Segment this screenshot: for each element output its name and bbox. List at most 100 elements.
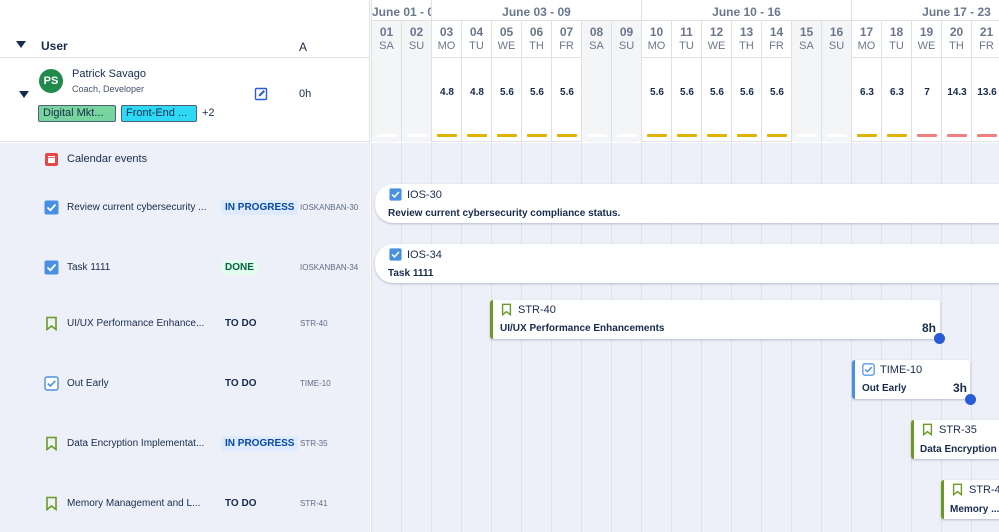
day-header: 05 WE	[491, 21, 521, 58]
day-header: 14 FR	[761, 21, 791, 58]
day-weekday: MO	[647, 40, 666, 52]
allocation-column-header[interactable]: A	[299, 40, 307, 54]
day-number: 15	[799, 25, 814, 39]
task-bar-time-10[interactable]: TIME-10 Out Early 3h	[852, 360, 970, 399]
card-issue-key: STR-40	[518, 304, 556, 316]
daily-hours-cell[interactable]	[821, 58, 851, 142]
capacity-indicator-bar	[497, 134, 517, 137]
more-tags-count[interactable]: +2	[202, 107, 215, 119]
daily-hours-value: 4.8	[470, 87, 484, 98]
collapse-all-chevron-icon[interactable]	[16, 41, 26, 48]
day-header: 06 TH	[521, 21, 551, 58]
daily-hours-value: 5.6	[770, 87, 784, 98]
task-bar-str-40[interactable]: STR-40 UI/UX Performance Enhancements 8h	[490, 300, 940, 339]
link-icon[interactable]	[965, 394, 976, 405]
daily-hours-value: 5.6	[710, 87, 724, 98]
day-weekday: TU	[469, 40, 484, 52]
task-checkbox-outline-icon	[862, 363, 875, 376]
card-hours: 8h	[922, 321, 937, 335]
week-header: June 03 - 09	[431, 0, 641, 21]
task-bar-str-35[interactable]: STR-35 Data Encryption I	[911, 420, 999, 459]
edit-icon[interactable]	[254, 87, 268, 101]
task-row[interactable]: Out Early TO DO TIME-10	[0, 358, 370, 418]
avatar[interactable]: PS	[39, 69, 63, 93]
daily-hours-cell[interactable]: 5.6	[731, 58, 761, 142]
day-number: 02	[409, 25, 424, 39]
daily-hours-cell[interactable]: 13.6	[971, 58, 999, 142]
day-weekday: SU	[618, 40, 635, 52]
day-header: 12 WE	[701, 21, 731, 58]
task-row[interactable]: Task 1111 DONE IOSKANBAN-34	[0, 238, 370, 298]
task-row[interactable]: UI/UX Performance Enhance... TO DO STR-4…	[0, 298, 370, 358]
capacity-indicator-bar	[947, 134, 967, 137]
daily-hours-cell[interactable]: 7	[911, 58, 941, 142]
left-header: User A	[0, 0, 370, 58]
day-number: 20	[949, 25, 964, 39]
user-column-header[interactable]: User	[41, 39, 68, 53]
day-header: 09 SU	[611, 21, 641, 58]
task-bar-ios-34[interactable]: IOS-34 Task 1111	[375, 244, 999, 283]
day-number: 19	[919, 25, 934, 39]
day-header: 01 SA	[371, 21, 401, 58]
day-weekday: SU	[408, 40, 425, 52]
issue-key[interactable]: IOSKANBAN-34	[300, 263, 358, 272]
daily-hours-cell[interactable]	[371, 58, 401, 142]
daily-hours-cell[interactable]: 6.3	[881, 58, 911, 142]
story-bookmark-icon	[501, 303, 512, 316]
daily-hours-cell[interactable]: 5.6	[491, 58, 521, 142]
task-row[interactable]: Review current cybersecurity ... IN PROG…	[0, 178, 370, 238]
user-expand-chevron-icon[interactable]	[19, 91, 29, 98]
capacity-indicator-bar	[707, 134, 727, 137]
daily-hours-cell[interactable]	[581, 58, 611, 142]
task-bar-ios-30[interactable]: IOS-30 Review current cybersecurity comp…	[375, 184, 999, 223]
capacity-indicator-bar	[587, 134, 607, 137]
daily-hours-cell[interactable]: 5.6	[521, 58, 551, 142]
daily-hours-cell[interactable]: 5.6	[701, 58, 731, 142]
daily-hours-value: 7	[924, 87, 930, 98]
day-weekday: WE	[917, 40, 936, 52]
daily-hours-cell[interactable]	[791, 58, 821, 142]
issue-key[interactable]: STR-35	[300, 439, 328, 448]
week-header: June 17 - 23	[851, 0, 999, 21]
day-number: 03	[439, 25, 454, 39]
daily-hours-value: 5.6	[680, 87, 694, 98]
user-row: PS Patrick Savago Coach, Developer Digit…	[0, 58, 370, 142]
task-bar-str-41[interactable]: STR-41 Memory ...	[941, 480, 999, 519]
link-icon[interactable]	[934, 333, 945, 344]
issue-key[interactable]: TIME-10	[300, 379, 331, 388]
daily-hours-cell[interactable]	[401, 58, 431, 142]
day-weekday: TH	[529, 40, 544, 52]
day-number: 08	[589, 25, 604, 39]
card-color-strip	[941, 480, 944, 519]
issue-key[interactable]: IOSKANBAN-30	[300, 203, 358, 212]
daily-hours-cell[interactable]: 4.8	[461, 58, 491, 142]
task-row[interactable]: Memory Management and L... TO DO STR-41	[0, 478, 370, 532]
daily-hours-cell[interactable]: 6.3	[851, 58, 881, 142]
day-number: 05	[499, 25, 514, 39]
team-tag-front-end[interactable]: Front-End ...	[121, 105, 197, 122]
task-name: Out Early	[67, 378, 109, 389]
daily-hours-cell[interactable]	[611, 58, 641, 142]
task-row[interactable]: Data Encryption Implementat... IN PROGRE…	[0, 418, 370, 478]
issue-key[interactable]: STR-41	[300, 499, 328, 508]
capacity-indicator-bar	[527, 134, 547, 137]
daily-hours-cell[interactable]: 5.6	[671, 58, 701, 142]
task-checkbox-icon	[44, 200, 59, 215]
daily-hours-value: 5.6	[500, 87, 514, 98]
daily-hours-cell[interactable]: 14.3	[941, 58, 971, 142]
day-header: 20 TH	[941, 21, 971, 58]
daily-hours-cell[interactable]: 4.8	[431, 58, 461, 142]
team-tag-digital-marketing[interactable]: Digital Mkt...	[38, 105, 116, 122]
grid-line	[371, 143, 372, 532]
daily-hours-cell[interactable]: 5.6	[641, 58, 671, 142]
issue-key[interactable]: STR-40	[300, 319, 328, 328]
capacity-indicator-bar	[737, 134, 757, 137]
story-bookmark-icon	[922, 423, 933, 436]
daily-hours-cell[interactable]: 5.6	[761, 58, 791, 142]
daily-hours-cell[interactable]: 5.6	[551, 58, 581, 142]
day-weekday: FR	[769, 40, 784, 52]
day-header: 07 FR	[551, 21, 581, 58]
day-number: 04	[469, 25, 484, 39]
card-title: Out Early	[862, 383, 907, 394]
card-color-strip	[852, 360, 855, 399]
